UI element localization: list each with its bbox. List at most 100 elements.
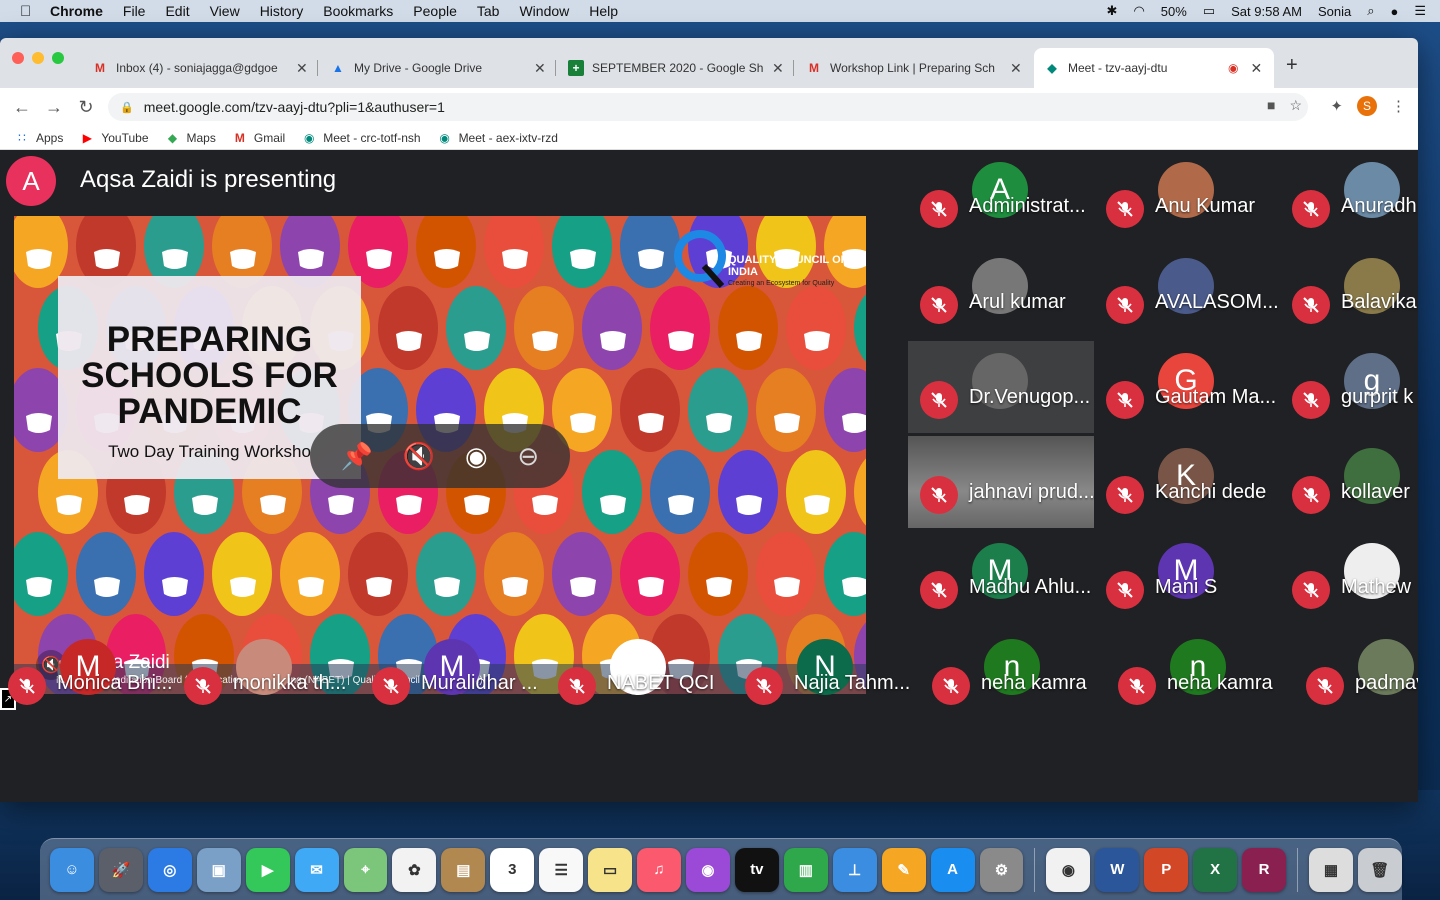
menu-people[interactable]: People (413, 3, 457, 19)
app-store-icon[interactable]: A (930, 847, 975, 892)
messages-icon[interactable]: ✉ (294, 847, 339, 892)
menu-file[interactable]: File (123, 3, 146, 19)
participant-tile[interactable]: Mathew (1280, 531, 1418, 623)
photos-icon[interactable]: ✿ (392, 847, 437, 892)
menu-edit[interactable]: Edit (165, 3, 189, 19)
maximize-window-button[interactable] (52, 52, 64, 64)
lock-icon[interactable]: 🔒 (120, 101, 134, 114)
camera-in-use-icon[interactable]: ■ (1267, 97, 1275, 114)
powerpoint-icon[interactable]: P (1144, 847, 1189, 892)
numbers-icon[interactable]: ▥ (783, 847, 828, 892)
participant-tile[interactable]: A Administrat... (908, 150, 1094, 242)
wifi-icon[interactable]: ◠ (1133, 3, 1144, 19)
participant-tile[interactable]: jahnavi prud... (908, 436, 1095, 528)
tab-google-meet[interactable]: ◆ Meet - tzv-aayj-dtu ◉ ✕ (1034, 48, 1274, 88)
extensions-icon[interactable]: ✦ (1330, 97, 1343, 115)
participant-tile[interactable]: Arul kumar (908, 246, 1094, 338)
participant-tile[interactable]: N Najia Tahm... (733, 627, 919, 719)
new-tab-button[interactable]: + (1286, 54, 1298, 77)
pin-icon[interactable]: 📌 (341, 441, 373, 472)
safari-icon[interactable]: ◎ (147, 847, 192, 892)
bookmark-gmail[interactable]: M Gmail (232, 131, 285, 145)
system-preferences-icon[interactable]: ⚙ (979, 847, 1024, 892)
pages-icon[interactable]: ✎ (881, 847, 926, 892)
close-tab-icon[interactable]: ✕ (772, 60, 784, 77)
bookmark-maps[interactable]: ◆ Maps (165, 131, 216, 145)
battery-icon[interactable]: ▭ (1203, 3, 1215, 19)
participant-tile[interactable]: Anu Kumar (1094, 150, 1280, 242)
participant-tile[interactable]: Dr.Venugop... (908, 341, 1094, 433)
participant-tile[interactable]: padmav (1294, 627, 1418, 719)
participant-tile[interactable]: Balavika (1280, 246, 1418, 338)
close-tab-icon[interactable]: ✕ (1250, 60, 1262, 77)
finder-icon[interactable]: ☺ (50, 847, 94, 892)
battery-percent[interactable]: 50% (1161, 4, 1187, 19)
spotlight-search-icon[interactable]: ⌕ (1367, 3, 1374, 19)
bookmark-apps[interactable]: ∷ Apps (14, 131, 63, 145)
chrome-icon[interactable]: ◉ (1046, 847, 1091, 892)
forward-icon[interactable]: → (38, 97, 70, 118)
keynote-icon[interactable]: ⊥ (832, 847, 877, 892)
tab-google-sheets[interactable]: + SEPTEMBER 2020 - Google Sh ✕ (558, 48, 794, 88)
apple-menu-icon[interactable]:  (20, 3, 38, 20)
presentation-stage[interactable]: PREPARING SCHOOLS FOR PANDEMIC Two Day T… (14, 216, 866, 694)
close-tab-icon[interactable]: ✕ (1010, 60, 1022, 77)
participant-tile[interactable]: n neha kamra (920, 627, 1106, 719)
close-tab-icon[interactable]: ✕ (296, 60, 308, 77)
trash-icon[interactable]: 🗑 (1357, 847, 1402, 892)
notes-icon[interactable]: ▭ (588, 847, 633, 892)
participant-tile[interactable]: monikka th... (172, 627, 358, 719)
siri-icon[interactable]: ● (1390, 4, 1398, 19)
tab-gmail-inbox[interactable]: M Inbox (4) - soniajagga@gdgoe ✕ (82, 48, 318, 88)
bookmark-youtube[interactable]: ▶ YouTube (79, 131, 149, 145)
bookmark-star-icon[interactable]: ☆ (1289, 97, 1302, 114)
address-bar[interactable]: 🔒 meet.google.com/tzv-aayj-dtu?pli=1&aut… (108, 93, 1308, 121)
bookmark-meet-1[interactable]: ◉ Meet - crc-totf-nsh (301, 131, 421, 145)
participant-tile[interactable]: M Monica Bhi... (0, 627, 182, 719)
tab-google-drive[interactable]: ▲ My Drive - Google Drive ✕ (320, 48, 556, 88)
participant-tile[interactable]: M Madhu Ahlu... (908, 531, 1094, 623)
participant-tile[interactable]: K Kanchi dede (1094, 436, 1280, 528)
participant-tile[interactable]: G Gautam Ma... (1094, 341, 1280, 433)
menu-bookmarks[interactable]: Bookmarks (323, 3, 393, 19)
tab-workshop-link[interactable]: M Workshop Link | Preparing Sch ✕ (796, 48, 1032, 88)
participant-tile[interactable]: kollaver (1280, 436, 1418, 528)
notification-center-icon[interactable]: ☰ (1414, 3, 1426, 19)
notebook-icon[interactable]: ▤ (441, 847, 486, 892)
facetime-icon[interactable]: ▶ (245, 847, 290, 892)
menu-window[interactable]: Window (519, 3, 569, 19)
bookmark-meet-2[interactable]: ◉ Meet - aex-ixtv-rzd (437, 131, 558, 145)
screen-capture-icon[interactable]: ▦ (1309, 847, 1353, 892)
launchpad-icon[interactable]: 🚀 (98, 847, 143, 892)
menu-history[interactable]: History (260, 3, 304, 19)
apple-tv-icon[interactable]: tv (734, 847, 779, 892)
podcasts-icon[interactable]: ◉ (685, 847, 730, 892)
calendar-icon[interactable]: 3 (490, 847, 535, 892)
excel-icon[interactable]: X (1193, 847, 1238, 892)
participant-tile[interactable]: M Muralidhar ... (360, 627, 546, 719)
participant-tile[interactable]: n neha kamra (1106, 627, 1292, 719)
bluetooth-icon[interactable]: ✱ (1107, 3, 1118, 19)
participant-tile[interactable]: Anuradh (1280, 150, 1418, 242)
preview-icon[interactable]: ▣ (196, 847, 241, 892)
participant-tile[interactable]: AVALASOM... (1094, 246, 1280, 338)
menu-tab[interactable]: Tab (477, 3, 500, 19)
participant-tile[interactable]: NABET QCI (546, 627, 732, 719)
menubar-user[interactable]: Sonia (1318, 4, 1351, 19)
close-tab-icon[interactable]: ✕ (534, 60, 546, 77)
reminders-icon[interactable]: ☰ (539, 847, 584, 892)
maps-app-icon[interactable]: ⌖ (343, 847, 388, 892)
rar-icon[interactable]: R (1242, 847, 1287, 892)
menu-help[interactable]: Help (589, 3, 618, 19)
url-text[interactable]: meet.google.com/tzv-aayj-dtu?pli=1&authu… (144, 99, 445, 115)
close-window-button[interactable] (12, 52, 24, 64)
profile-avatar[interactable]: S (1357, 96, 1377, 116)
music-icon[interactable]: ♫ (637, 847, 681, 892)
participant-tile[interactable]: g gurprit k (1280, 341, 1418, 433)
menu-view[interactable]: View (210, 3, 240, 19)
back-icon[interactable]: ← (6, 97, 38, 118)
chrome-menu-icon[interactable]: ⋮ (1391, 97, 1406, 115)
menu-app-name[interactable]: Chrome (50, 3, 103, 19)
reload-icon[interactable]: ↻ (70, 97, 102, 118)
minimize-window-button[interactable] (32, 52, 44, 64)
